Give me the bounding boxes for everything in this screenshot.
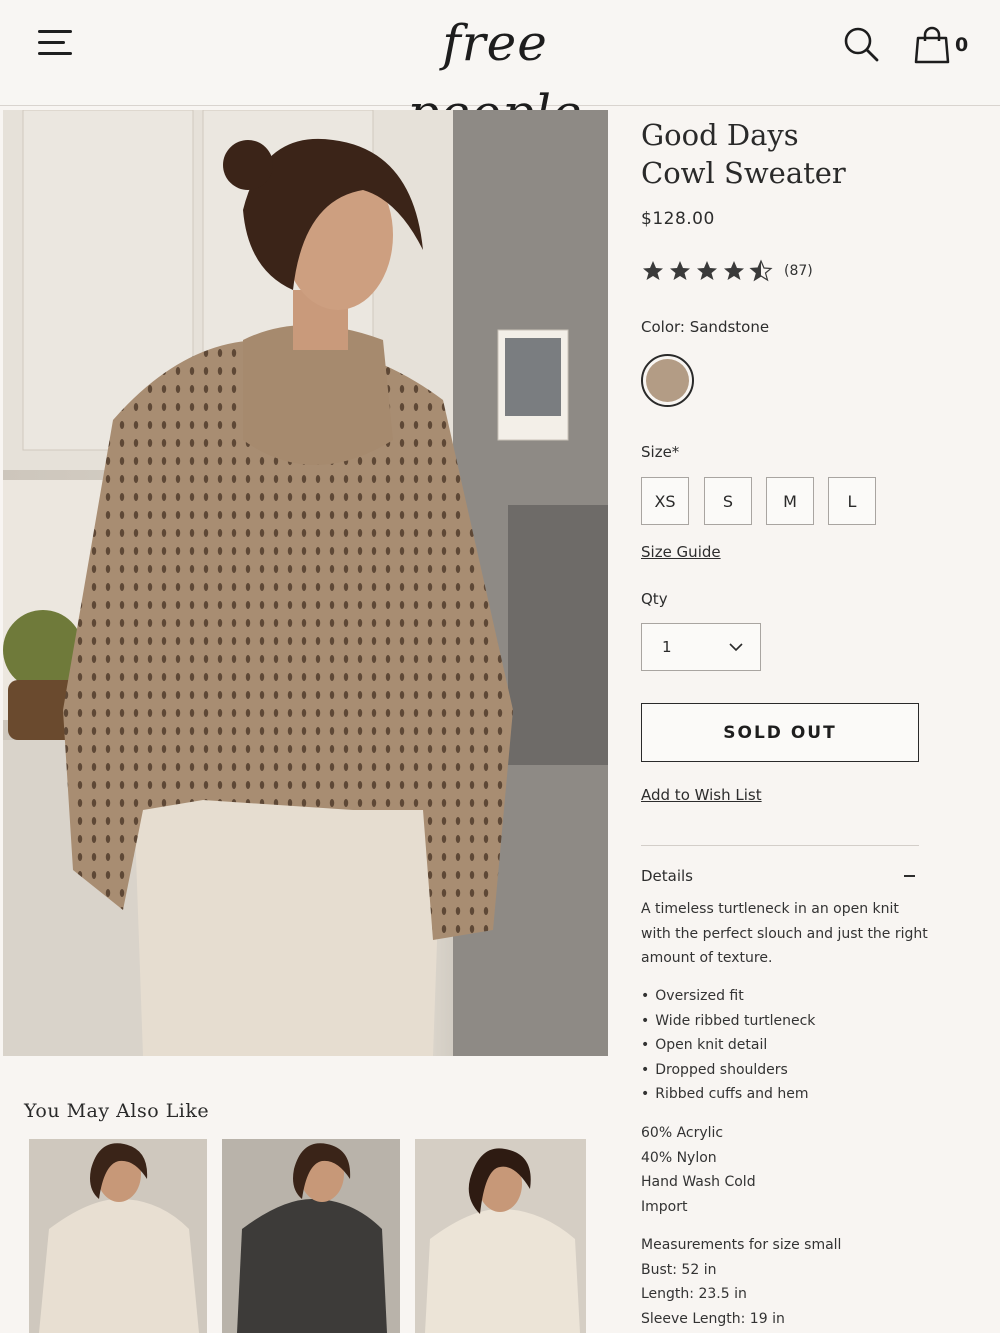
recommendations-title: You May Also Like [24,1100,210,1122]
size-option-s[interactable]: S [704,477,752,525]
spec-line: 40% Nylon [641,1149,717,1166]
minus-icon [904,875,915,877]
sold-out-button[interactable]: SOLD OUT [641,703,919,762]
size-label: Size* [641,443,680,461]
brand-logo[interactable]: free people [350,8,640,142]
product-title-line1: Good Days [641,118,799,152]
half-star-icon [749,259,773,282]
star-icon [670,261,690,280]
measure-line: Measurements for size small [641,1237,842,1253]
details-title: Details [641,867,694,885]
recommended-product-2[interactable] [222,1139,400,1333]
cart-count: 0 [955,34,969,56]
list-item: Dropped shoulders [641,1058,815,1083]
size-option-m[interactable]: M [766,477,814,525]
site-header: free people 0 [0,0,1000,142]
recommended-product-3[interactable] [415,1139,586,1333]
shopping-bag-icon[interactable] [913,26,951,64]
star-icon [643,261,663,280]
qty-value: 1 [662,638,672,656]
measure-line: Bust: 52 in [641,1261,717,1278]
list-item: Open knit detail [641,1033,815,1058]
list-item: Ribbed cuffs and hem [641,1082,815,1107]
size-option-xs[interactable]: XS [641,477,689,525]
measurements: Measurements for size small Bust: 52 in … [641,1233,841,1331]
qty-label: Qty [641,590,668,608]
product-title-line2: Cowl Sweater [641,156,846,190]
details-accordion-header[interactable]: Details [641,867,919,889]
spec-line: Hand Wash Cold [641,1174,756,1190]
menu-icon[interactable] [38,30,74,58]
spec-line: Import [641,1198,688,1215]
product-main-image[interactable] [3,110,608,1056]
divider [641,845,919,846]
product-price: $128.00 [641,209,715,229]
list-item: Wide ribbed turtleneck [641,1009,815,1034]
color-swatch-sandstone[interactable] [641,354,694,407]
recommended-product-1[interactable] [29,1139,207,1333]
product-title: Good Days Cowl Sweater [641,116,941,192]
color-label: Color: Sandstone [641,318,770,336]
swatch-fill [646,359,689,402]
measure-line: Sleeve Length: 19 in [641,1310,785,1327]
star-icon [697,261,717,280]
details-bullets: Oversized fit Wide ribbed turtleneck Ope… [641,984,815,1107]
rating-stars[interactable]: (87) [641,258,813,284]
spec-line: 60% Acrylic [641,1125,724,1141]
details-description: A timeless turtleneck in an open knit wi… [641,901,928,966]
star-icon [724,261,744,280]
search-icon[interactable] [843,26,879,62]
size-option-l[interactable]: L [828,477,876,525]
qty-select[interactable]: 1 [641,623,761,671]
review-count[interactable]: (87) [784,263,813,279]
size-guide-link[interactable]: Size Guide [641,543,721,561]
material-specs: 60% Acrylic 40% Nylon Hand Wash Cold Imp… [641,1121,756,1219]
list-item: Oversized fit [641,984,815,1009]
add-to-wishlist-link[interactable]: Add to Wish List [641,786,762,804]
chevron-down-icon [729,643,743,652]
measure-line: Length: 23.5 in [641,1286,747,1302]
